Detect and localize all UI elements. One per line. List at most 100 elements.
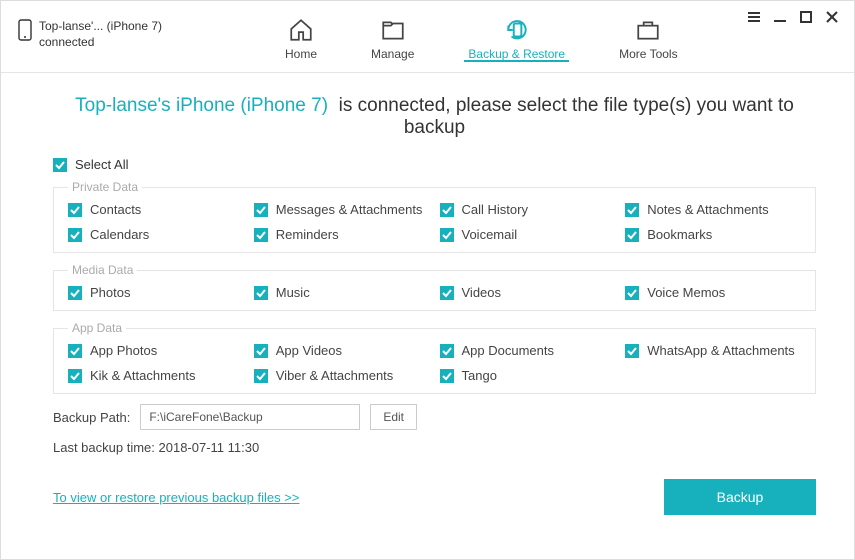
main-content: Top-lanse's iPhone (iPhone 7) is connect… bbox=[1, 73, 854, 527]
select-all-label[interactable]: Select All bbox=[75, 157, 128, 172]
filetype-item: Photos bbox=[68, 285, 244, 300]
filetype-checkbox[interactable] bbox=[625, 286, 639, 300]
app-data-legend: App Data bbox=[68, 321, 126, 335]
select-all-checkbox[interactable] bbox=[53, 158, 67, 172]
filetype-label[interactable]: Reminders bbox=[276, 227, 339, 242]
private-data-group: Private Data Contacts Messages & Attachme… bbox=[53, 180, 816, 253]
edit-button[interactable]: Edit bbox=[370, 404, 417, 430]
filetype-checkbox[interactable] bbox=[254, 344, 268, 358]
tab-backup-label: Backup & Restore bbox=[468, 47, 565, 61]
filetype-checkbox[interactable] bbox=[254, 286, 268, 300]
filetype-item: Viber & Attachments bbox=[254, 368, 430, 383]
filetype-checkbox[interactable] bbox=[440, 228, 454, 242]
media-data-grid: Photos Music Videos Voice Memos bbox=[68, 285, 801, 300]
filetype-label[interactable]: App Documents bbox=[462, 343, 555, 358]
filetype-item: Voicemail bbox=[440, 227, 616, 242]
filetype-label[interactable]: Photos bbox=[90, 285, 130, 300]
tab-home[interactable]: Home bbox=[285, 9, 317, 61]
filetype-item: Contacts bbox=[68, 202, 244, 217]
filetype-checkbox[interactable] bbox=[625, 203, 639, 217]
media-data-legend: Media Data bbox=[68, 263, 137, 277]
filetype-label[interactable]: Contacts bbox=[90, 202, 141, 217]
select-all-row: Select All bbox=[53, 157, 816, 172]
backup-button[interactable]: Backup bbox=[664, 479, 816, 515]
filetype-checkbox[interactable] bbox=[254, 228, 268, 242]
tab-manage[interactable]: Manage bbox=[371, 9, 414, 61]
filetype-label[interactable]: Calendars bbox=[90, 227, 149, 242]
filetype-label[interactable]: App Videos bbox=[276, 343, 342, 358]
device-text: Top-lanse'... (iPhone 7) connected bbox=[39, 19, 162, 50]
filetype-label[interactable]: Tango bbox=[462, 368, 497, 383]
tab-manage-label: Manage bbox=[371, 47, 414, 61]
filetype-label[interactable]: Voice Memos bbox=[647, 285, 725, 300]
filetype-item: Tango bbox=[440, 368, 616, 383]
window-controls bbox=[746, 9, 840, 25]
filetype-checkbox[interactable] bbox=[440, 286, 454, 300]
headline-text-1: is connected, please select the file typ… bbox=[339, 95, 794, 116]
filetype-checkbox[interactable] bbox=[625, 344, 639, 358]
filetype-label[interactable]: Call History bbox=[462, 202, 528, 217]
device-status: connected bbox=[39, 35, 162, 51]
filetype-label[interactable]: Voicemail bbox=[462, 227, 518, 242]
filetype-checkbox[interactable] bbox=[68, 203, 82, 217]
filetype-label[interactable]: Music bbox=[276, 285, 310, 300]
filetype-label[interactable]: Videos bbox=[462, 285, 502, 300]
filetype-checkbox[interactable] bbox=[254, 203, 268, 217]
device-info: Top-lanse'... (iPhone 7) connected bbox=[17, 9, 197, 50]
filetype-label[interactable]: WhatsApp & Attachments bbox=[647, 343, 794, 358]
backup-path-label: Backup Path: bbox=[53, 410, 130, 425]
filetype-item: Videos bbox=[440, 285, 616, 300]
headline: Top-lanse's iPhone (iPhone 7) is connect… bbox=[53, 95, 816, 139]
app-data-grid: App Photos App Videos App Documents WhatsAp… bbox=[68, 343, 801, 383]
tab-backup-restore[interactable]: Backup & Restore bbox=[468, 9, 565, 61]
maximize-icon[interactable] bbox=[798, 9, 814, 25]
tab-home-label: Home bbox=[285, 47, 317, 61]
device-name: Top-lanse'... (iPhone 7) bbox=[39, 19, 162, 35]
backup-path-input[interactable] bbox=[140, 404, 360, 430]
app-window: Top-lanse'... (iPhone 7) connected Home … bbox=[0, 0, 855, 560]
media-data-group: Media Data Photos Music Videos Voice Memos bbox=[53, 263, 816, 311]
filetype-item: Kik & Attachments bbox=[68, 368, 244, 383]
filetype-checkbox[interactable] bbox=[625, 228, 639, 242]
filetype-item: Reminders bbox=[254, 227, 430, 242]
filetype-checkbox[interactable] bbox=[440, 369, 454, 383]
last-backup-text: Last backup time: 2018-07-11 11:30 bbox=[53, 440, 816, 455]
tab-more-tools[interactable]: More Tools bbox=[619, 9, 677, 61]
app-data-group: App Data App Photos App Videos App Documen… bbox=[53, 321, 816, 394]
filetype-label[interactable]: Viber & Attachments bbox=[276, 368, 394, 383]
filetype-item: Notes & Attachments bbox=[625, 202, 801, 217]
filetype-checkbox[interactable] bbox=[68, 228, 82, 242]
filetype-checkbox[interactable] bbox=[68, 286, 82, 300]
filetype-checkbox[interactable] bbox=[440, 344, 454, 358]
restore-link[interactable]: To view or restore previous backup files… bbox=[53, 490, 299, 505]
backup-path-row: Backup Path: Edit bbox=[53, 404, 816, 430]
filetype-label[interactable]: Bookmarks bbox=[647, 227, 712, 242]
headline-text-2: backup bbox=[404, 117, 465, 138]
filetype-item: Call History bbox=[440, 202, 616, 217]
filetype-item: Bookmarks bbox=[625, 227, 801, 242]
filetype-item: Calendars bbox=[68, 227, 244, 242]
tab-more-tools-label: More Tools bbox=[619, 47, 677, 61]
filetype-item: Voice Memos bbox=[625, 285, 801, 300]
filetype-checkbox[interactable] bbox=[254, 369, 268, 383]
filetype-item: App Videos bbox=[254, 343, 430, 358]
filetype-checkbox[interactable] bbox=[68, 344, 82, 358]
filetype-label[interactable]: Notes & Attachments bbox=[647, 202, 768, 217]
private-data-legend: Private Data bbox=[68, 180, 142, 194]
filetype-label[interactable]: App Photos bbox=[90, 343, 157, 358]
filetype-checkbox[interactable] bbox=[440, 203, 454, 217]
headline-device: Top-lanse's iPhone (iPhone 7) bbox=[75, 95, 328, 116]
footer: To view or restore previous backup files… bbox=[53, 479, 816, 515]
close-icon[interactable] bbox=[824, 9, 840, 25]
filetype-item: App Photos bbox=[68, 343, 244, 358]
header: Top-lanse'... (iPhone 7) connected Home … bbox=[1, 1, 854, 73]
filetype-checkbox[interactable] bbox=[68, 369, 82, 383]
private-data-grid: Contacts Messages & Attachments Call Histo… bbox=[68, 202, 801, 242]
filetype-item: App Documents bbox=[440, 343, 616, 358]
filetype-item: Music bbox=[254, 285, 430, 300]
minimize-icon[interactable] bbox=[772, 9, 788, 25]
filetype-label[interactable]: Messages & Attachments bbox=[276, 202, 423, 217]
tabs: Home Manage Backup & Restore More Tools bbox=[197, 9, 838, 61]
menu-icon[interactable] bbox=[746, 9, 762, 25]
filetype-label[interactable]: Kik & Attachments bbox=[90, 368, 196, 383]
